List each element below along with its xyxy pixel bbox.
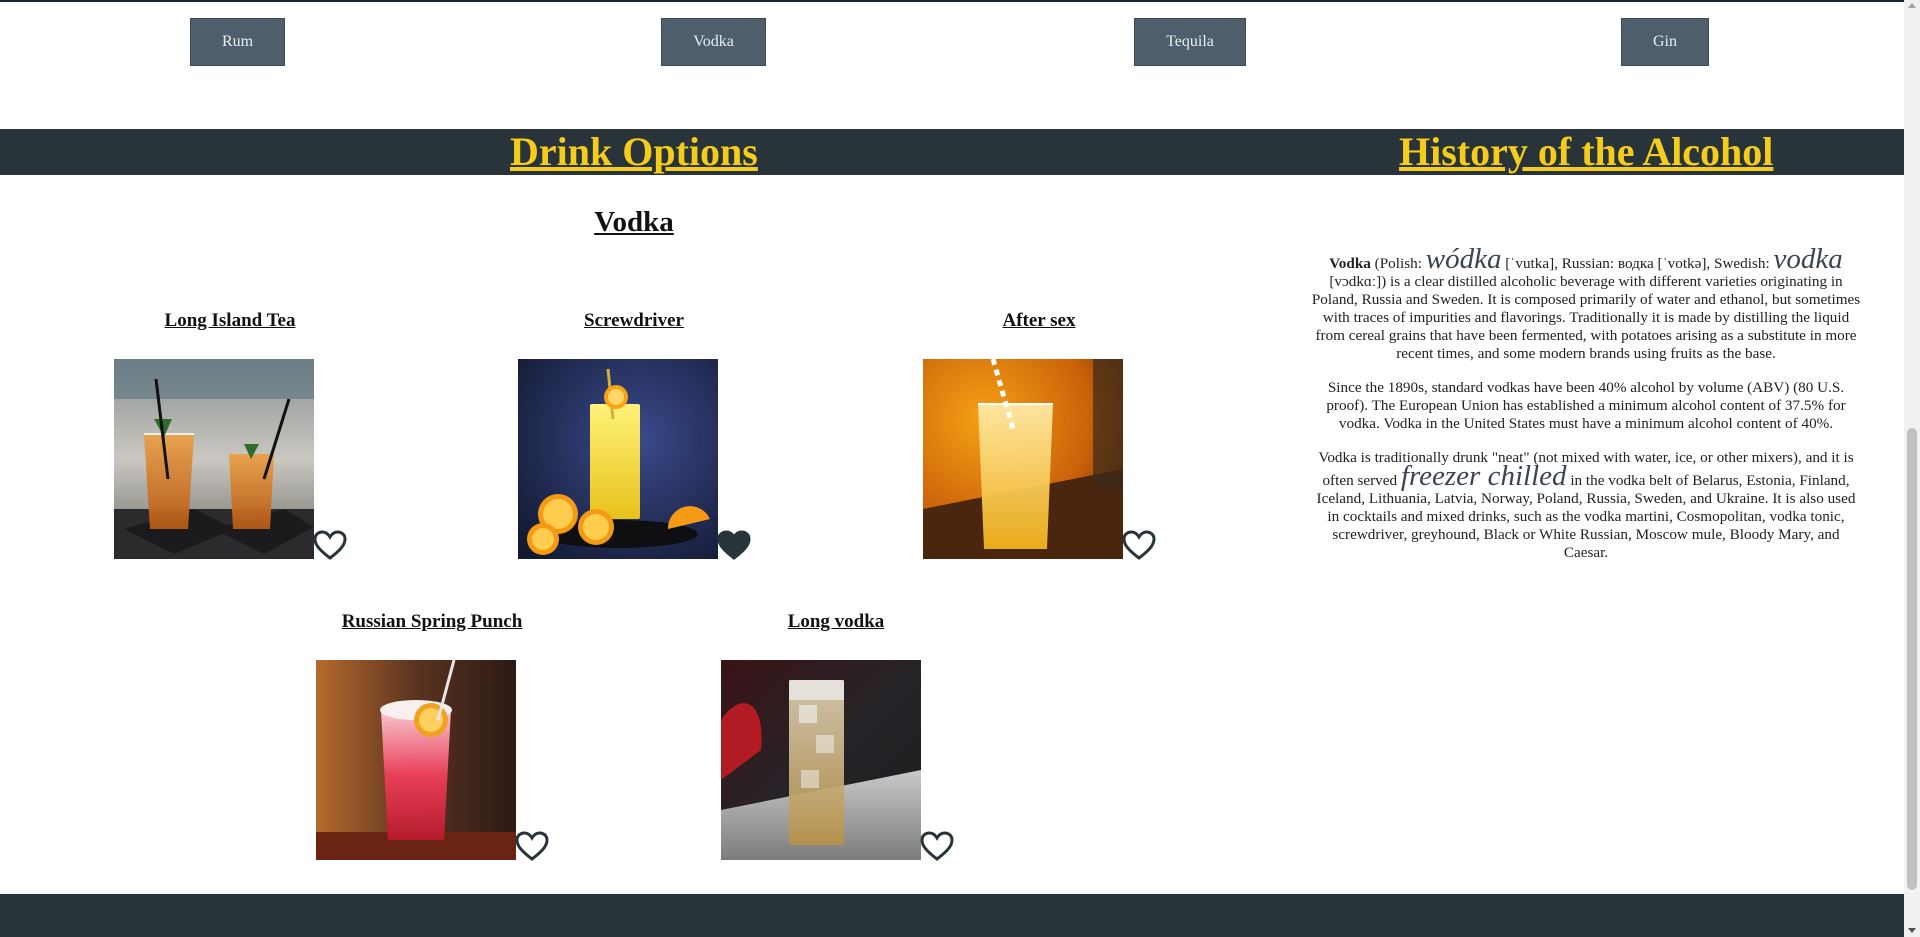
drink-name-screwdriver[interactable]: Screwdriver bbox=[534, 310, 734, 332]
favorite-heart-icon[interactable] bbox=[313, 530, 347, 560]
scroll-up-arrow-icon[interactable] bbox=[1908, 3, 1916, 8]
top-edge bbox=[0, 0, 1904, 2]
history-swedish-word: vodka bbox=[1773, 243, 1843, 275]
history-text-span: [vɔdkɑː]) is a clear distilled alcoholic… bbox=[1311, 273, 1861, 362]
drink-image-long-vodka[interactable] bbox=[721, 660, 921, 860]
history-text: Vodka (Polish: wódka [ˈvutka], Russian: … bbox=[1310, 245, 1862, 578]
favorite-heart-icon[interactable] bbox=[717, 530, 751, 560]
history-term: Vodka bbox=[1329, 255, 1371, 272]
drink-options-heading[interactable]: Drink Options bbox=[510, 129, 758, 175]
footer bbox=[0, 894, 1904, 937]
history-freezer-chilled: freezer chilled bbox=[1400, 460, 1567, 492]
history-paragraph: Vodka (Polish: wódka [ˈvutka], Russian: … bbox=[1310, 245, 1862, 363]
history-paragraph: Since the 1890s, standard vodkas have be… bbox=[1326, 379, 1846, 432]
drink-image-long-island-tea[interactable] bbox=[114, 359, 314, 559]
drink-image-after-sex[interactable] bbox=[923, 359, 1123, 559]
history-text-span: [ˈvutka], Russian: водка [ˈvotkə], Swedi… bbox=[1501, 255, 1774, 272]
section-title: Vodka bbox=[594, 206, 674, 238]
favorite-heart-icon[interactable] bbox=[1122, 530, 1156, 560]
history-paragraph: Vodka is traditionally drunk "neat" (not… bbox=[1310, 449, 1862, 562]
category-button-gin[interactable]: Gin bbox=[1621, 18, 1709, 66]
drink-image-russian-spring-punch[interactable] bbox=[316, 660, 516, 860]
scroll-down-arrow-icon[interactable] bbox=[1908, 928, 1916, 933]
category-button-vodka[interactable]: Vodka bbox=[661, 18, 766, 66]
scrollbar[interactable] bbox=[1904, 0, 1920, 937]
drink-name-long-island-tea[interactable]: Long Island Tea bbox=[130, 310, 330, 332]
history-polish-word: wódka bbox=[1425, 243, 1502, 275]
category-button-tequila[interactable]: Tequila bbox=[1134, 18, 1246, 66]
scrollbar-thumb[interactable] bbox=[1907, 428, 1917, 890]
history-heading[interactable]: History of the Alcohol bbox=[1399, 129, 1773, 175]
drink-name-after-sex[interactable]: After sex bbox=[939, 310, 1139, 332]
favorite-heart-icon[interactable] bbox=[515, 831, 549, 861]
category-button-rum[interactable]: Rum bbox=[190, 18, 285, 66]
drink-name-russian-spring-punch[interactable]: Russian Spring Punch bbox=[332, 611, 532, 633]
drink-image-screwdriver[interactable] bbox=[518, 359, 718, 559]
drink-name-long-vodka[interactable]: Long vodka bbox=[736, 611, 936, 633]
history-text-span: (Polish: bbox=[1370, 255, 1426, 272]
favorite-heart-icon[interactable] bbox=[920, 831, 954, 861]
header-band: Drink Options History of the Alcohol bbox=[0, 129, 1904, 175]
